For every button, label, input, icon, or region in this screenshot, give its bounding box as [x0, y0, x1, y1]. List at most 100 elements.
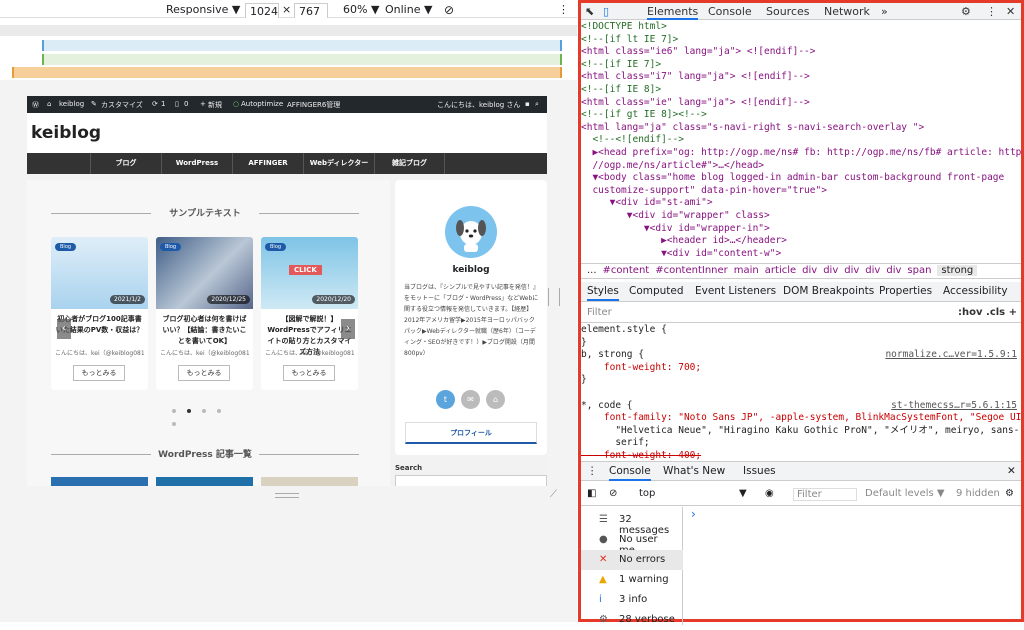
breadcrumb-item[interactable]: div	[823, 265, 838, 276]
profile-button[interactable]: プロフィール	[405, 422, 537, 444]
dom-node-line[interactable]: <html class="i7" lang="ja"> <![endif]-->	[581, 71, 1021, 84]
dom-node-line[interactable]: <html lang="ja" class="s-navi-right s-na…	[581, 122, 1021, 135]
mq-min-width-bar[interactable]	[12, 67, 562, 78]
admin-autoptimize[interactable]: Autoptimize	[241, 100, 283, 108]
post-card[interactable]	[156, 477, 253, 486]
console-prompt[interactable]: ›	[691, 507, 696, 521]
gear-icon[interactable]: ⚙	[1005, 488, 1014, 499]
source-link[interactable]: st-themecss…r=5.6.1:15	[891, 400, 1017, 413]
dom-node-line[interactable]: ▶<head prefix="og: http://ogp.me/ns# fb:…	[581, 147, 1021, 160]
rotate-icon[interactable]: ⊘	[444, 3, 454, 17]
message-filter-item[interactable]: ⚙ 28 verbose	[581, 610, 683, 630]
admin-affinger[interactable]: AFFINGER6管理	[287, 100, 340, 110]
post-card[interactable]: Blog 2021/1/2 初心者がブログ100記事書いた結果のPV数・収益は？…	[51, 237, 148, 390]
breadcrumb-item[interactable]: strong	[937, 265, 978, 276]
zoom-select[interactable]: 60% ▼	[343, 3, 379, 16]
mq-max-width-bar[interactable]	[42, 40, 562, 51]
eye-icon[interactable]: ◉	[765, 488, 774, 499]
tab-elements[interactable]: Elements	[647, 5, 699, 20]
message-filter-item[interactable]: ●No user me...	[581, 530, 683, 556]
source-link[interactable]: normalize.c…ver=1.5.9:1	[885, 349, 1017, 362]
dom-node-line[interactable]: ▼<div id="st-ami">	[581, 197, 1021, 210]
more-icon[interactable]: ⋮	[558, 3, 569, 16]
more-icon[interactable]: ⋮	[986, 5, 997, 18]
dom-node-line[interactable]: <!--[if lt IE 7]>	[581, 34, 1021, 47]
more-icon[interactable]: ⋮	[587, 465, 598, 477]
admin-updates[interactable]: 1	[161, 100, 165, 108]
filter-input[interactable]: Filter	[587, 307, 612, 318]
slider-prev-icon[interactable]: ‹	[57, 319, 71, 339]
site-title[interactable]: keiblog	[31, 123, 101, 143]
breadcrumb-item[interactable]: article	[765, 265, 796, 276]
more-button[interactable]: もっとみる	[283, 365, 335, 381]
breadcrumb-item[interactable]: #contentInner	[655, 265, 728, 276]
inspect-icon[interactable]: ⬉	[585, 5, 594, 18]
admin-site-name[interactable]: keiblog	[59, 100, 84, 108]
tab-console[interactable]: Console	[708, 5, 752, 18]
search-icon[interactable]: ⌕	[535, 100, 539, 109]
breadcrumb-item[interactable]: span	[907, 265, 931, 276]
style-property[interactable]: font-family: "Noto Sans JP", -apple-syst…	[581, 412, 1021, 425]
breadcrumb[interactable]: ... #content #contentInner main article div di…	[581, 263, 1021, 279]
style-rule[interactable]: *, code {st-themecss…r=5.6.1:15	[581, 400, 1021, 413]
style-property[interactable]: font-weight: 400;	[581, 450, 1021, 460]
device-toggle-icon[interactable]: ▯	[603, 5, 609, 18]
breadcrumb-item[interactable]: div	[844, 265, 859, 276]
context-select[interactable]: top	[639, 488, 655, 499]
home-icon[interactable]: ⌂	[47, 100, 51, 108]
twitter-icon[interactable]: t	[436, 390, 455, 409]
wordpress-icon[interactable]: Ⓦ	[32, 100, 39, 110]
dom-node-line[interactable]: <!DOCTYPE html>	[581, 21, 1021, 34]
dom-node-line[interactable]: <!--[if gt IE 8]><!-->	[581, 109, 1021, 122]
breadcrumb-item[interactable]: main	[734, 265, 759, 276]
message-filter-item[interactable]: ✕ No errors	[581, 550, 683, 570]
corner-resize-icon[interactable]: ⟋	[550, 489, 557, 500]
tab-sources[interactable]: Sources	[766, 5, 810, 18]
search-input[interactable]	[395, 475, 547, 486]
tab-computed[interactable]: Computed	[629, 285, 684, 297]
style-rule[interactable]: element.style {	[581, 324, 1021, 337]
close-icon[interactable]: ✕	[1007, 465, 1016, 477]
height-input[interactable]: 767	[294, 3, 328, 19]
dom-node-line[interactable]: <!--[if IE 7]>	[581, 59, 1021, 72]
post-card[interactable]	[51, 477, 148, 486]
tab-styles[interactable]: Styles	[587, 285, 619, 301]
slider-dots[interactable]	[172, 403, 242, 426]
device-select[interactable]: Responsive ▼	[166, 3, 240, 16]
admin-greeting[interactable]: こんにちは、keiblog さん	[437, 100, 520, 110]
post-card[interactable]	[261, 477, 358, 486]
admin-new[interactable]: 新規	[208, 100, 222, 110]
bottom-resize-handle[interactable]	[275, 493, 299, 498]
message-filter-item[interactable]: ▲ 1 warning	[581, 570, 683, 590]
breadcrumb-item[interactable]: #content	[603, 265, 650, 276]
dom-node-line[interactable]: customize-support" data-pin-hover="true"…	[581, 185, 1021, 198]
console-filter-input[interactable]: Filter	[793, 488, 857, 501]
style-property[interactable]: font-weight: 700;	[581, 362, 1021, 375]
category-tag[interactable]: Blog	[55, 243, 77, 251]
tab-console-drawer[interactable]: Console	[609, 465, 651, 481]
post-title[interactable]: ブログ初心者は何を書けばいい？【結論：書きたいことを書いてOK】	[160, 314, 249, 347]
category-tag[interactable]: Blog	[160, 243, 182, 251]
dom-node-line[interactable]: <!--<![endif]-->	[581, 134, 1021, 147]
tab-accessibility[interactable]: Accessibility	[943, 285, 1008, 297]
dom-node-line[interactable]: //ogp.me/ns/article#">…</head>	[581, 160, 1021, 173]
mq-min-max-bar[interactable]	[42, 54, 562, 65]
nav-item-blog[interactable]: ブログ	[90, 153, 161, 174]
breadcrumb-item[interactable]: div	[802, 265, 817, 276]
tab-properties[interactable]: Properties	[879, 285, 932, 297]
home-icon[interactable]: ⌂	[486, 390, 505, 409]
dom-node-line[interactable]: ▼<div id="content-w">	[581, 248, 1021, 261]
tab-dom-breakpoints[interactable]: DOM Breakpoints	[783, 285, 874, 297]
post-card[interactable]: CLICK Blog 2020/12/20 【図解で解説！】WordPressで…	[261, 237, 358, 390]
message-filter-item[interactable]: ☰ 32 messages	[581, 510, 683, 536]
media-query-bars[interactable]	[0, 18, 577, 80]
nav-item-zakki[interactable]: 雑記ブログ	[374, 153, 445, 174]
tab-network[interactable]: Network	[824, 5, 870, 18]
breadcrumb-item[interactable]: div	[886, 265, 901, 276]
breadcrumb-item[interactable]: div	[865, 265, 880, 276]
dom-node-line[interactable]: <html class="ie6" lang="ja"> <![endif]--…	[581, 46, 1021, 59]
admin-customize[interactable]: カスタマイズ	[101, 100, 143, 110]
breadcrumb-item[interactable]: ...	[587, 265, 597, 276]
tab-issues[interactable]: Issues	[743, 465, 776, 477]
clear-icon[interactable]: ⊘	[609, 488, 617, 499]
